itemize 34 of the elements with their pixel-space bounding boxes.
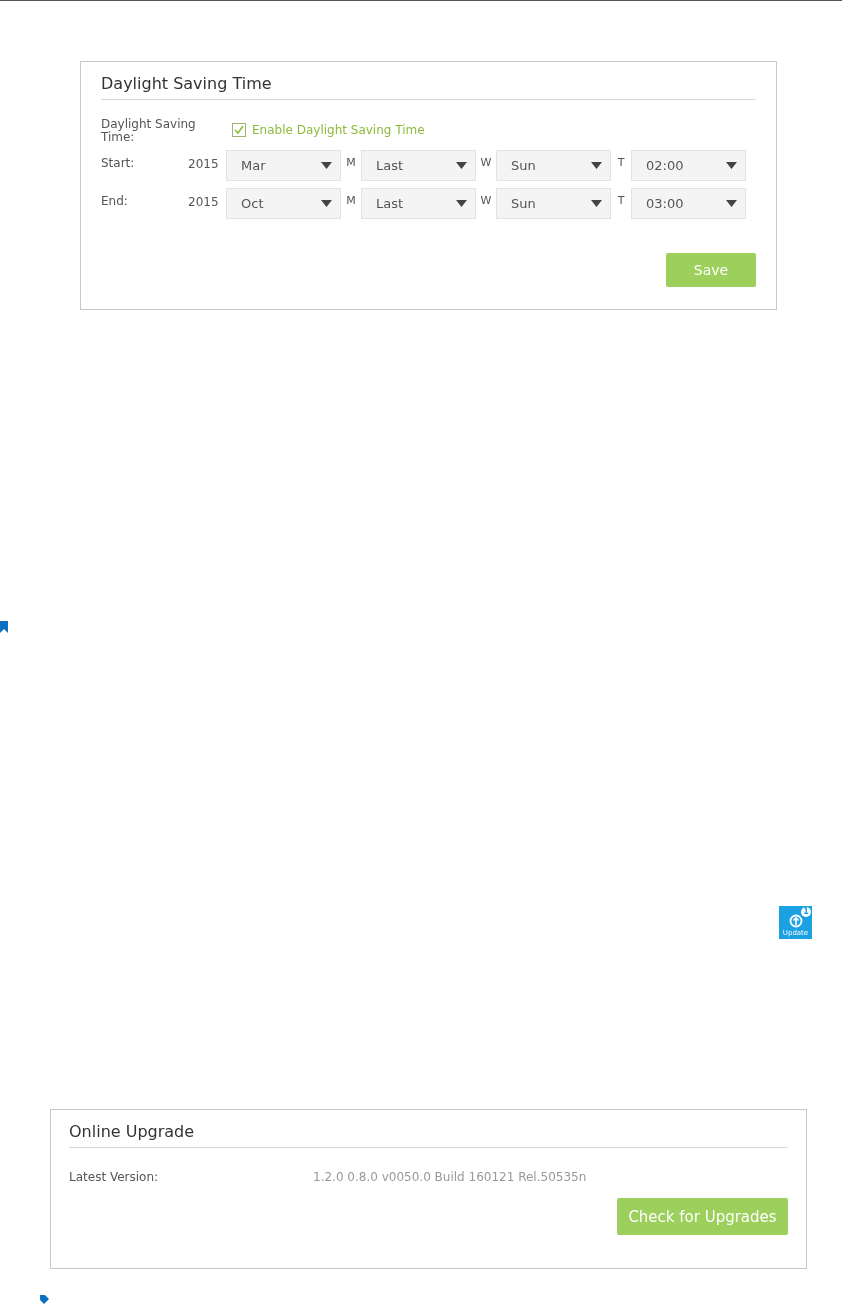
version-text: 1.2.0 0.8.0 v0050.0 Build 160121 Rel.50535n	[313, 1170, 587, 1185]
dropdown[interactable]: Oct	[226, 188, 341, 219]
caret-icon	[726, 200, 737, 207]
dropdown[interactable]: 02:00	[631, 150, 746, 181]
caret-icon	[321, 200, 332, 207]
caret-icon	[321, 162, 332, 169]
dropdown[interactable]: Last	[361, 150, 476, 181]
caret-icon	[591, 162, 602, 169]
checkbox[interactable]	[232, 123, 246, 137]
caret-icon	[456, 200, 467, 207]
unit-label: T	[616, 193, 626, 207]
field-label: Daylight Saving Time:	[101, 118, 197, 144]
unit-label: M	[345, 155, 357, 169]
field-label: Start:	[101, 155, 136, 170]
dropdown[interactable]: Sun	[496, 188, 611, 219]
panel-title: Online Upgrade	[69, 1122, 788, 1149]
tag-icon	[40, 1295, 49, 1304]
dropdown[interactable]: Last	[361, 188, 476, 219]
dropdown[interactable]: Mar	[226, 150, 341, 181]
field-label: Latest Version:	[69, 1170, 160, 1185]
caret-icon	[591, 200, 602, 207]
dropdown[interactable]: 03:00	[631, 188, 746, 219]
dropdown[interactable]: Sun	[496, 150, 611, 181]
unit-label: W	[479, 155, 493, 169]
bookmark-icon	[0, 621, 8, 634]
caret-icon	[726, 162, 737, 169]
field-label: End:	[101, 193, 129, 208]
panel-title: Daylight Saving Time	[101, 74, 756, 100]
year-text: 2015	[188, 194, 220, 209]
year-text: 2015	[188, 156, 220, 171]
unit-label: M	[345, 193, 357, 207]
unit-label: W	[479, 193, 493, 207]
caret-icon	[456, 162, 467, 169]
unit-label: T	[616, 155, 626, 169]
